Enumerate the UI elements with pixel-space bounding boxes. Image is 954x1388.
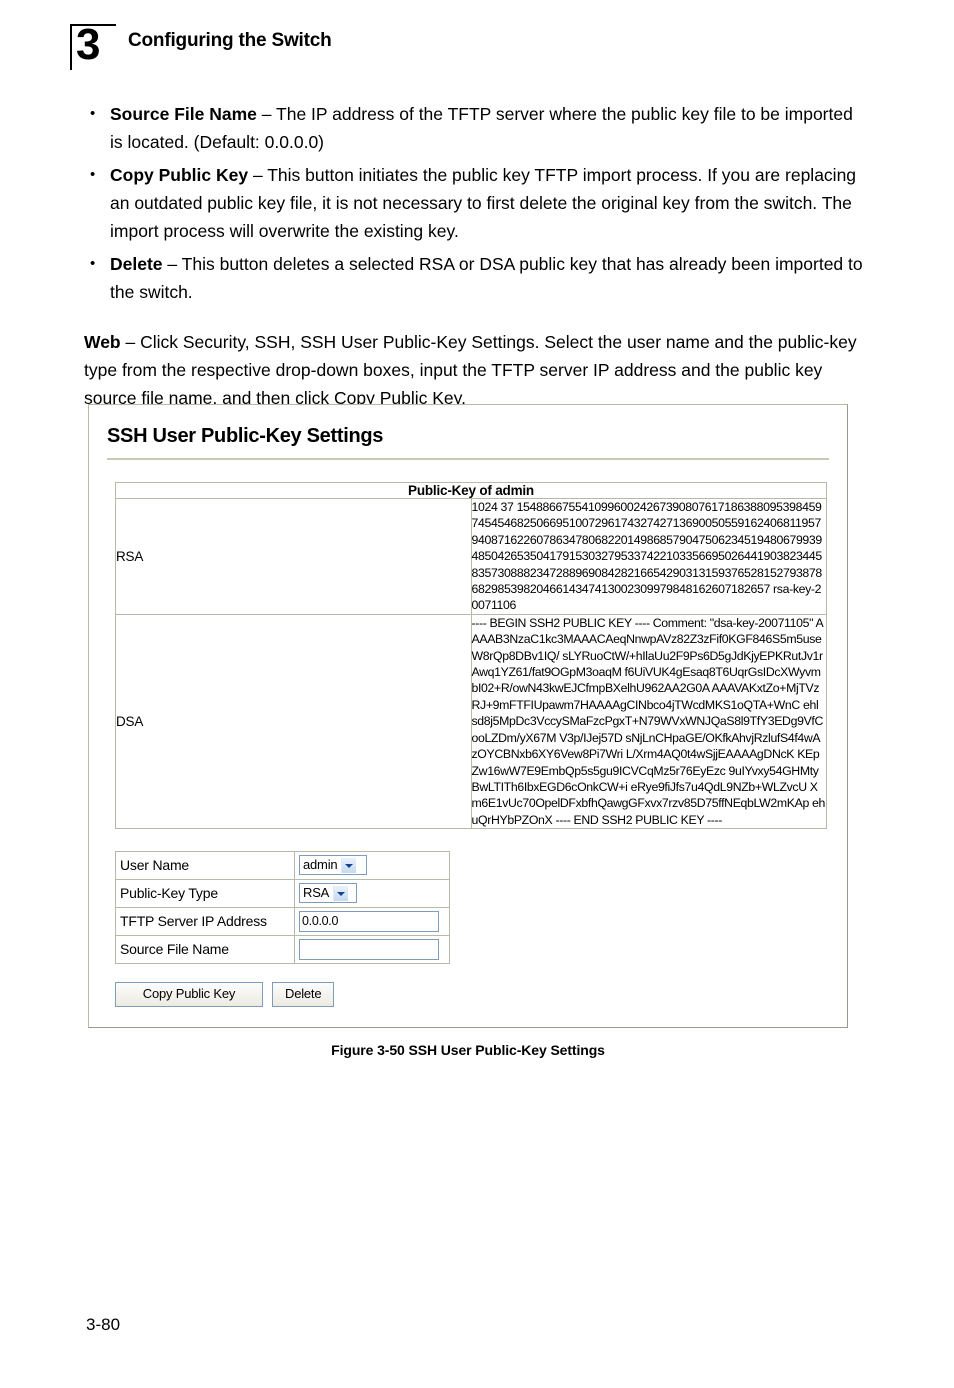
page-header: 3 Configuring the Switch [70,20,890,74]
public-key-type-selected-value: RSA [303,885,330,901]
table-header-row: Public-Key of admin [115,482,827,499]
public-key-type-label: Public-Key Type [115,879,295,909]
public-key-type-select[interactable]: RSA [299,883,357,904]
panel-divider [107,458,829,460]
figure-ssh-user-public-key-settings: SSH User Public-Key Settings Public-Key … [88,404,848,1058]
delete-button[interactable]: Delete [272,982,334,1008]
form-row-public-key-type: Public-Key Type RSA [115,879,450,909]
parameter-bullet-list: Source File Name – The IP address of the… [84,100,864,306]
chevron-down-icon[interactable] [341,858,357,874]
key-value-rsa[interactable]: 1024 37 15488667554109960024267390807617… [470,498,827,615]
web-label: Web [84,332,121,352]
form-row-source-file-name: Source File Name [115,935,450,965]
table-row[interactable]: DSA ---- BEGIN SSH2 PUBLIC KEY ---- Comm… [115,613,827,830]
user-name-select[interactable]: admin [299,855,367,876]
bullet-term: Source File Name [110,104,257,124]
source-file-name-cell [294,935,450,965]
ssh-public-key-settings-panel: SSH User Public-Key Settings Public-Key … [88,404,848,1029]
form-row-user-name: User Name admin [115,851,450,881]
list-item: Delete – This button deletes a selected … [84,250,864,306]
source-file-name-label: Source File Name [115,935,295,965]
body-content: Source File Name – The IP address of the… [84,100,864,412]
bullet-term: Delete [110,254,163,274]
public-key-table: Public-Key of admin RSA 1024 37 15488667… [115,482,827,830]
bullet-term: Copy Public Key [110,165,249,185]
list-item: Source File Name – The IP address of the… [84,100,864,156]
form-row-tftp-server-ip: TFTP Server IP Address 0.0.0.0 [115,907,450,937]
panel-heading: SSH User Public-Key Settings [107,425,384,447]
tftp-server-ip-input[interactable]: 0.0.0.0 [299,910,439,932]
table-row[interactable]: RSA 1024 37 1548866755410996002426739080… [115,498,827,615]
user-name-cell: admin [294,851,450,881]
web-instructions-paragraph: Web – Click Security, SSH, SSH User Publ… [84,328,864,412]
list-item: Copy Public Key – This button initiates … [84,161,864,245]
chevron-down-icon[interactable] [333,886,349,902]
copy-public-key-button[interactable]: Copy Public Key [115,982,263,1008]
bullet-description: – This button deletes a selected RSA or … [110,254,863,302]
user-name-selected-value: admin [303,857,338,873]
chapter-number: 3 [76,20,101,69]
source-file-name-input[interactable] [299,938,439,960]
web-instructions-text: – Click Security, SSH, SSH User Public-K… [84,332,857,408]
page-number: 3-80 [86,1315,121,1334]
public-key-type-cell: RSA [294,879,450,909]
figure-caption: Figure 3-50 SSH User Public-Key Settings [331,1042,605,1059]
settings-form-table: User Name admin Public-Key Type RSA TFTP… [115,851,450,965]
chapter-number-mark: 3 [70,20,116,70]
key-value-dsa[interactable]: ---- BEGIN SSH2 PUBLIC KEY ---- Comment:… [470,613,827,830]
page-title: Configuring the Switch [128,30,332,51]
key-type-label-rsa: RSA [115,498,472,615]
tftp-server-ip-cell: 0.0.0.0 [294,907,450,937]
tftp-server-ip-label: TFTP Server IP Address [115,907,295,937]
chapter-mark-left-rule [70,24,72,70]
panel-button-row: Copy Public Key Delete [115,982,831,1008]
public-key-column-header: Public-Key of admin [115,482,827,499]
user-name-label: User Name [115,851,295,881]
key-type-label-dsa: DSA [115,613,472,830]
